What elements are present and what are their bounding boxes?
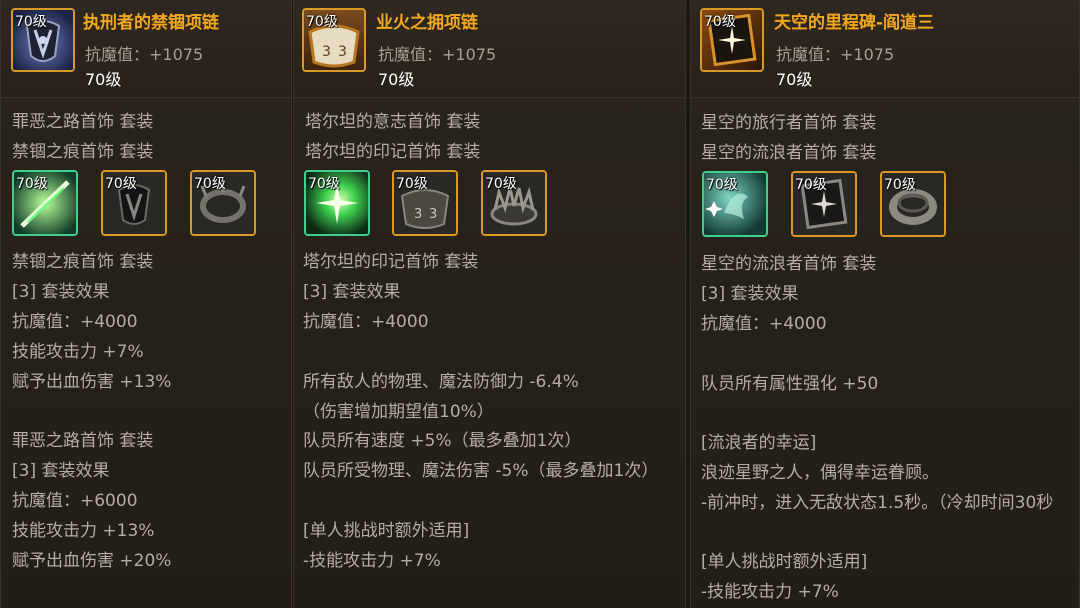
set-item-slot[interactable]: 70级 [101,170,167,236]
set-effect-line: 抗魔值：+4000 [303,312,429,332]
star-tablet-icon[interactable]: 70级 [700,8,764,72]
set-effect-line: 队员所有属性强化 +50 [701,374,879,394]
set-effect-line: -技能攻击力 +7% [701,582,839,602]
level-tag: 70级 [194,176,226,192]
set-name: 罪恶之路首饰 套装 [12,431,154,451]
solo-bonus-header: [单人挑战时额外适用] [303,521,470,541]
set-name: 塔尔坦的印记首饰 套装 [303,252,479,272]
set-item-slot[interactable]: 70级 [190,170,256,236]
set-effect-header: [3] 套装效果 [701,284,799,304]
level-tag: 70级 [706,177,738,193]
level-tag: 70级 [884,177,916,193]
svg-text:3: 3 [414,207,422,222]
set-item-slot[interactable]: 70级 [481,170,547,236]
set-name: 罪恶之路首饰 套装 [12,112,154,132]
set-effect-line: 抗魔值：+4000 [701,314,827,334]
set-item-slot[interactable]: 3 3 70级 [392,170,458,236]
runed-collar-necklace-icon[interactable]: 3 3 70级 [302,8,366,72]
set-name: 禁锢之痕首饰 套装 [12,252,154,272]
tooltip-header: 70级 执刑者的禁锢项链 抗魔值：+1075 70级 [1,0,291,98]
magic-resist-stat: 抗魔值：+1075 [85,45,204,64]
level-tag: 70级 [15,14,47,30]
solo-bonus-header: [单人挑战时额外适用] [701,552,868,572]
item-tooltip-panel: 70级 执刑者的禁锢项链 抗魔值：+1075 70级 罪恶之路首饰 套装 禁锢之… [0,0,292,608]
set-effect-header: [3] 套装效果 [12,461,110,481]
svg-text:3: 3 [322,44,331,60]
level-tag: 70级 [795,177,827,193]
set-name: 星空的流浪者首饰 套装 [701,254,877,274]
level-tag: 70级 [704,14,736,30]
set-effect-line: 队员所有速度 +5%（最多叠加1次） [303,431,582,451]
level-tag: 70级 [105,176,137,192]
set-name: 星空的旅行者首饰 套装 [701,113,877,133]
tooltip-header: 3 3 70级 业火之拥项链 抗魔值：+1075 70级 [294,0,685,98]
level-tag: 70级 [308,176,340,192]
item-level: 70级 [378,70,415,89]
level-tag: 70级 [396,176,428,192]
item-title: 执刑者的禁锢项链 [83,13,219,33]
set-item-slot[interactable]: 70级 [702,171,768,237]
svg-text:3: 3 [338,44,347,60]
set-name: 禁锢之痕首饰 套装 [12,142,154,162]
set-item-slot[interactable]: 70级 [791,171,857,237]
set-item-slot[interactable]: 70级 [304,170,370,236]
special-effect-line: -前冲时，进入无敌状态1.5秒。（冷却时间30秒 [701,493,1054,513]
set-effect-line: 所有敌人的物理、魔法防御力 -6.4% [303,372,579,392]
set-name: 塔尔坦的印记首饰 套装 [305,142,481,162]
set-effect-line: 赋予出血伤害 +13% [12,372,172,392]
item-level: 70级 [776,70,813,89]
set-effect-line: -技能攻击力 +7% [303,551,441,571]
set-effect-line: （伤害增加期望值10%） [303,402,494,422]
set-effect-line: 抗魔值：+4000 [12,312,138,332]
item-level: 70级 [85,70,122,89]
tooltip-header: 70级 天空的里程碑-阎道三 抗魔值：+1075 70级 [691,0,1079,98]
special-effect-line: 浪迹星野之人，偶得幸运眷顾。 [701,463,939,483]
item-title: 天空的里程碑-阎道三 [774,13,935,33]
set-effect-line: 抗魔值：+6000 [12,491,138,511]
set-item-slot[interactable]: 70级 [880,171,946,237]
special-effect-header: [流浪者的幸运] [701,433,817,453]
magic-resist-stat: 抗魔值：+1075 [378,45,497,64]
item-tooltip-panel: 3 3 70级 业火之拥项链 抗魔值：+1075 70级 塔尔坦的意志首饰 套装… [293,0,686,608]
svg-text:3: 3 [429,207,437,222]
set-name: 塔尔坦的意志首饰 套装 [305,112,481,132]
magic-resist-stat: 抗魔值：+1075 [776,45,895,64]
dark-claw-necklace-icon[interactable]: 70级 [11,8,75,72]
level-tag: 70级 [16,176,48,192]
level-tag: 70级 [306,14,338,30]
set-effect-header: [3] 套装效果 [12,282,110,302]
set-effect-header: [3] 套装效果 [303,282,401,302]
set-effect-line: 队员所受物理、魔法伤害 -5%（最多叠加1次） [303,461,659,481]
set-item-slot[interactable]: 70级 [12,170,78,236]
set-name: 星空的流浪者首饰 套装 [701,143,877,163]
level-tag: 70级 [485,176,517,192]
set-effect-line: 技能攻击力 +7% [12,342,144,362]
item-tooltip-panel: 70级 天空的里程碑-阎道三 抗魔值：+1075 70级 星空的旅行者首饰 套装… [690,0,1080,608]
set-effect-line: 赋予出血伤害 +20% [12,551,172,571]
item-title: 业火之拥项链 [376,13,478,33]
set-effect-line: 技能攻击力 +13% [12,521,155,541]
